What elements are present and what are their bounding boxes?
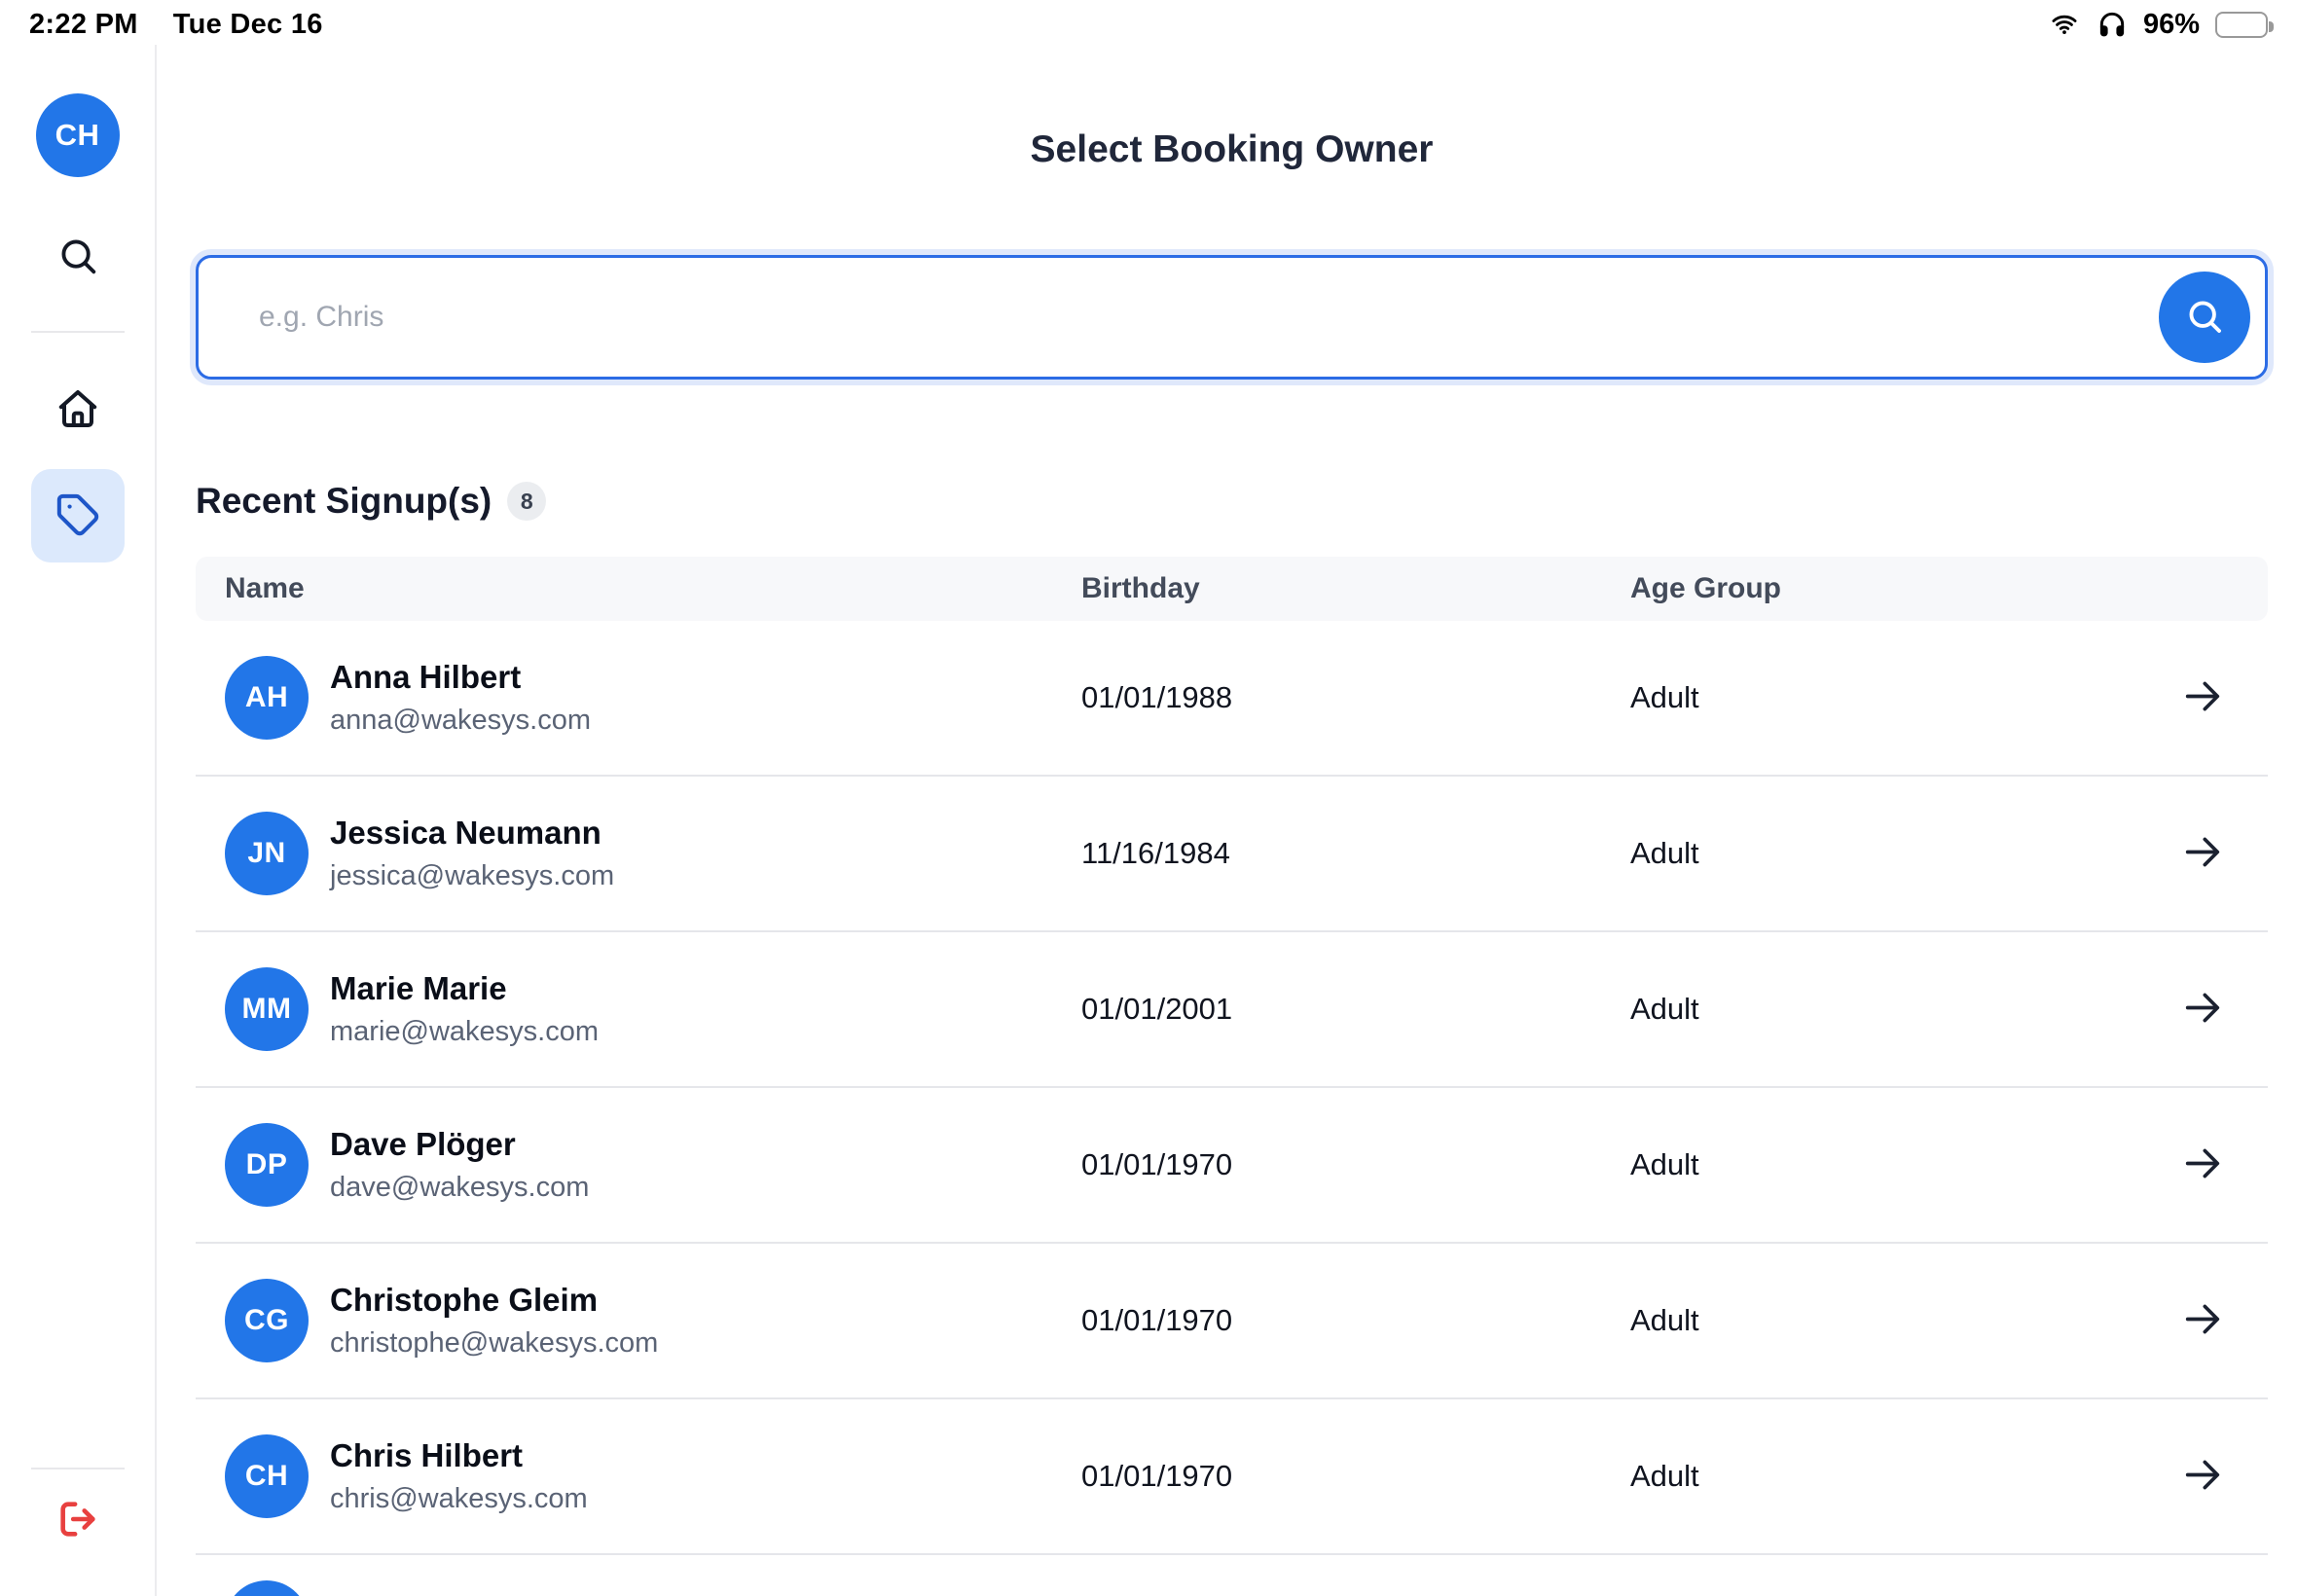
row-age-group: Adult — [1630, 1459, 2268, 1494]
headphones-icon — [2096, 9, 2128, 40]
row-email: marie@wakesys.com — [330, 1014, 599, 1051]
page-title: Select Booking Owner — [196, 128, 2268, 171]
row-name: Jessica Neumann — [330, 813, 614, 852]
logout-button[interactable] — [53, 1495, 103, 1545]
battery-percent: 96% — [2143, 9, 2200, 41]
row-birthday: 11/16/1984 — [1081, 836, 1630, 871]
row-select-button[interactable] — [2180, 1453, 2225, 1501]
row-select-button[interactable] — [2180, 1142, 2225, 1189]
signups-table: Name Birthday Age Group AH Anna Hilbert … — [196, 557, 2268, 1596]
home-icon — [55, 384, 101, 434]
table-body: AH Anna Hilbert anna@wakesys.com 01/01/1… — [196, 621, 2268, 1555]
row-avatar: CH — [225, 1434, 309, 1518]
search-submit-button[interactable] — [2159, 272, 2250, 363]
row-avatar: JN — [225, 812, 309, 895]
row-name: Chris Hilbert — [330, 1435, 588, 1475]
row-name: Anna Hilbert — [330, 657, 591, 697]
row-email: anna@wakesys.com — [330, 703, 591, 740]
table-row[interactable]: MM Marie Marie marie@wakesys.com 01/01/2… — [196, 932, 2268, 1088]
table-row[interactable]: DP Dave Plöger dave@wakesys.com 01/01/19… — [196, 1088, 2268, 1244]
arrow-right-icon — [2180, 674, 2225, 722]
row-avatar: MM — [225, 967, 309, 1051]
search-icon — [55, 234, 100, 281]
column-header-age-group: Age Group — [1630, 572, 2268, 605]
wifi-icon — [2048, 11, 2081, 38]
signup-count-badge: 8 — [507, 482, 546, 521]
row-select-button[interactable] — [2180, 674, 2225, 722]
row-age-group: Adult — [1630, 1303, 2268, 1338]
section-title: Recent Signup(s) — [196, 481, 492, 522]
row-email: christophe@wakesys.com — [330, 1325, 658, 1362]
row-select-button[interactable] — [2180, 1297, 2225, 1345]
row-avatar: DP — [225, 1123, 309, 1207]
row-name: Marie Marie — [330, 968, 599, 1008]
column-header-name: Name — [196, 572, 1081, 605]
partial-next-row — [196, 1580, 2268, 1596]
row-name: Christophe Gleim — [330, 1280, 658, 1320]
table-row[interactable]: CH Chris Hilbert chris@wakesys.com 01/01… — [196, 1399, 2268, 1555]
row-select-button[interactable] — [2180, 830, 2225, 878]
status-date: Tue Dec 16 — [173, 9, 323, 41]
table-row[interactable]: CG Christophe Gleim christophe@wakesys.c… — [196, 1244, 2268, 1399]
arrow-right-icon — [2180, 1453, 2225, 1501]
sidebar-item-home[interactable] — [53, 383, 103, 434]
status-bar: 2:22 PM Tue Dec 16 96% — [0, 0, 2297, 45]
app-screen: 2:22 PM Tue Dec 16 96% CH — [0, 0, 2297, 1596]
sidebar-item-bookings-active[interactable] — [31, 469, 125, 562]
row-email: chris@wakesys.com — [330, 1481, 588, 1518]
row-name: Dave Plöger — [330, 1124, 589, 1164]
row-age-group: Adult — [1630, 836, 2268, 871]
row-birthday: 01/01/1970 — [1081, 1459, 1630, 1494]
partial-next-row-avatar — [225, 1580, 309, 1596]
tag-icon — [55, 492, 100, 540]
search-bar — [196, 255, 2268, 380]
row-select-button[interactable] — [2180, 986, 2225, 1034]
row-birthday: 01/01/1970 — [1081, 1303, 1630, 1338]
battery-icon — [2215, 12, 2268, 38]
arrow-right-icon — [2180, 830, 2225, 878]
row-birthday: 01/01/2001 — [1081, 992, 1630, 1027]
search-input[interactable] — [196, 255, 2268, 380]
main-content: Select Booking Owner Recent Signup(s) 8 … — [157, 45, 2297, 1596]
table-header-row: Name Birthday Age Group — [196, 557, 2268, 621]
row-email: jessica@wakesys.com — [330, 858, 614, 895]
logout-icon — [55, 1497, 100, 1544]
sidebar-search-button[interactable] — [53, 232, 103, 282]
arrow-right-icon — [2180, 1297, 2225, 1345]
table-row[interactable]: AH Anna Hilbert anna@wakesys.com 01/01/1… — [196, 621, 2268, 777]
sidebar-divider-top — [31, 331, 125, 333]
sidebar: CH — [0, 45, 157, 1596]
search-icon — [2183, 295, 2226, 341]
status-time: 2:22 PM — [29, 9, 138, 41]
row-birthday: 01/01/1970 — [1081, 1147, 1630, 1182]
row-birthday: 01/01/1988 — [1081, 680, 1630, 715]
row-age-group: Adult — [1630, 992, 2268, 1027]
row-age-group: Adult — [1630, 680, 2268, 715]
row-email: dave@wakesys.com — [330, 1170, 589, 1207]
arrow-right-icon — [2180, 986, 2225, 1034]
arrow-right-icon — [2180, 1142, 2225, 1189]
user-avatar[interactable]: CH — [36, 93, 120, 177]
table-row[interactable]: JN Jessica Neumann jessica@wakesys.com 1… — [196, 777, 2268, 932]
column-header-birthday: Birthday — [1081, 572, 1630, 605]
row-avatar: AH — [225, 656, 309, 740]
section-header: Recent Signup(s) 8 — [196, 481, 2268, 522]
row-avatar: CG — [225, 1279, 309, 1362]
row-age-group: Adult — [1630, 1147, 2268, 1182]
sidebar-divider-bottom — [31, 1468, 125, 1469]
